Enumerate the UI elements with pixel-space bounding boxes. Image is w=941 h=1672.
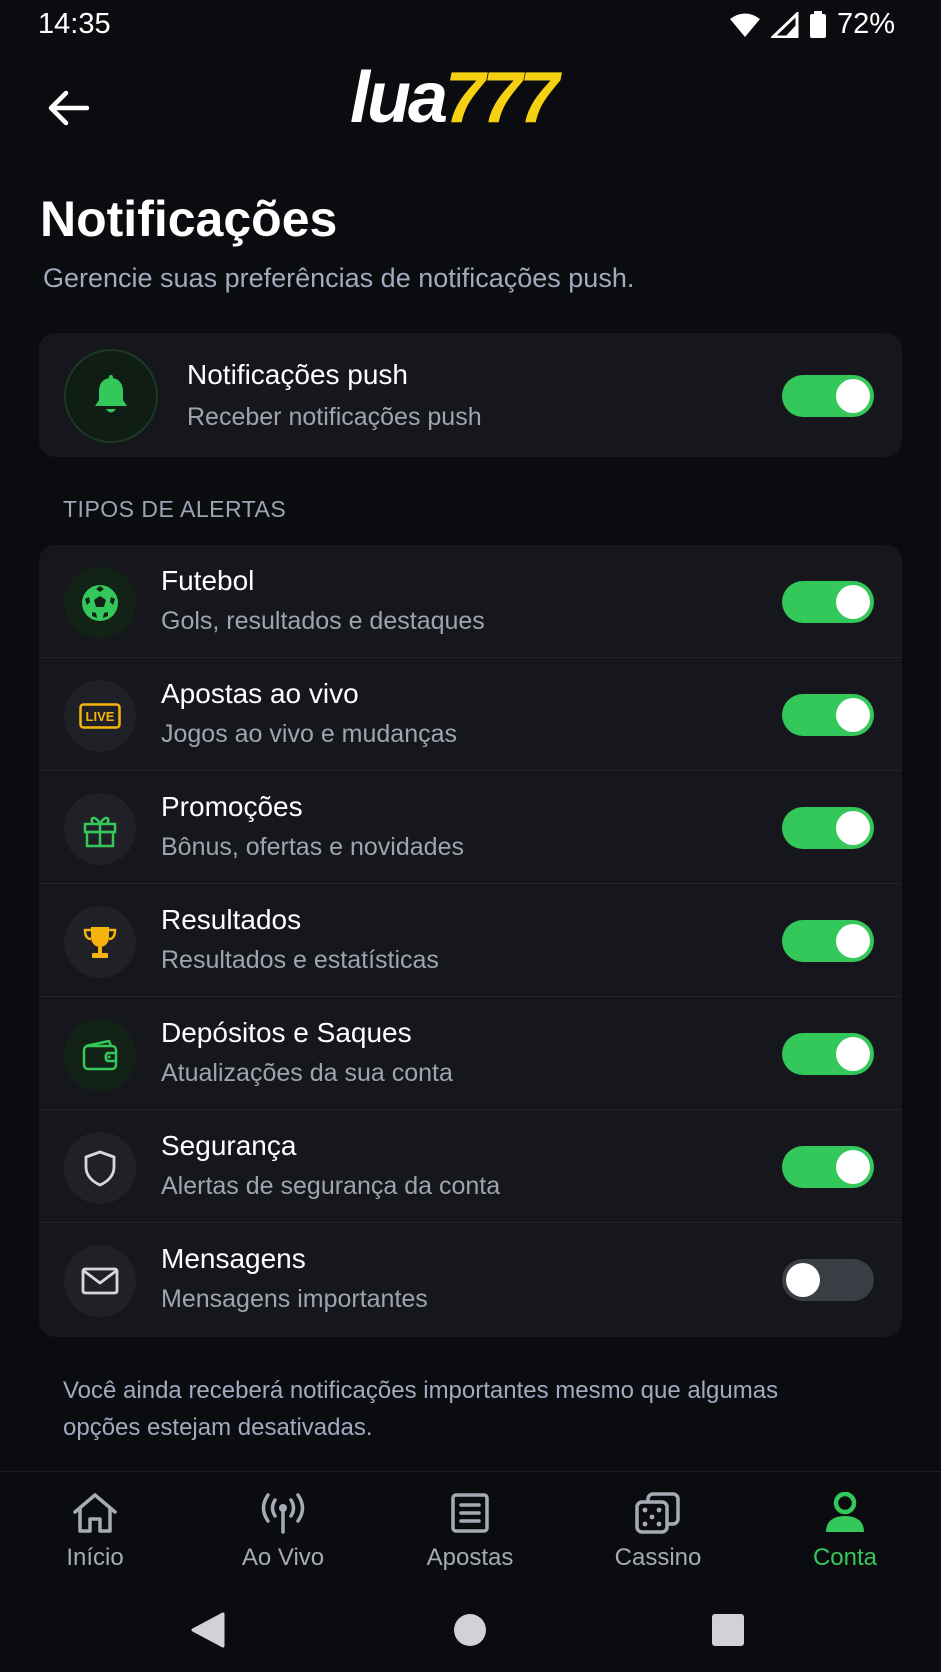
alert-title: Futebol bbox=[161, 565, 255, 596]
toggle-knob bbox=[836, 924, 870, 958]
alert-row-promocoes[interactable]: Promoções Bônus, ofertas e novidades bbox=[39, 771, 902, 884]
signal-icon bbox=[770, 11, 799, 38]
nav-label: Ao Vivo bbox=[241, 1544, 325, 1571]
nav-item-inicio[interactable]: Início bbox=[20, 1490, 170, 1572]
alert-types-card: Futebol Gols, resultados e destaques LIV… bbox=[39, 545, 902, 1337]
toggle-knob bbox=[836, 585, 870, 619]
status-icons: 72% bbox=[729, 8, 895, 41]
system-back-button[interactable] bbox=[190, 1611, 226, 1654]
gift-icon bbox=[64, 793, 136, 865]
nav-item-ao-vivo[interactable]: Ao Vivo bbox=[208, 1490, 358, 1572]
alert-subtitle: Alertas de segurança da conta bbox=[161, 1172, 501, 1200]
envelope-icon bbox=[64, 1245, 136, 1317]
section-label: TIPOS DE ALERTAS bbox=[63, 496, 287, 522]
status-bar: 14:35 72% bbox=[0, 0, 941, 52]
triangle-back-icon bbox=[191, 1612, 225, 1648]
page-title: Notificações bbox=[40, 191, 338, 247]
push-subtitle: Receber notificações push bbox=[187, 403, 482, 431]
apostas-ao-vivo-toggle[interactable] bbox=[782, 694, 874, 736]
promocoes-toggle[interactable] bbox=[782, 807, 874, 849]
toggle-knob bbox=[786, 1263, 820, 1297]
wifi-icon bbox=[729, 12, 761, 38]
futebol-toggle[interactable] bbox=[782, 581, 874, 623]
system-home-button[interactable] bbox=[452, 1611, 488, 1654]
bottom-nav: Início Ao Vivo Apostas Cassino Conta bbox=[0, 1471, 941, 1591]
seguranca-toggle[interactable] bbox=[782, 1146, 874, 1188]
live-badge-icon: LIVE bbox=[64, 680, 136, 752]
alert-title: Segurança bbox=[161, 1130, 297, 1161]
nav-item-apostas[interactable]: Apostas bbox=[395, 1490, 545, 1572]
alert-subtitle: Mensagens importantes bbox=[161, 1285, 428, 1313]
shield-icon bbox=[64, 1132, 136, 1204]
arrow-left-icon bbox=[48, 90, 89, 126]
system-nav-bar bbox=[0, 1591, 941, 1672]
resultados-toggle[interactable] bbox=[782, 920, 874, 962]
back-button[interactable] bbox=[40, 82, 96, 134]
battery-icon bbox=[809, 10, 827, 39]
trophy-icon bbox=[64, 906, 136, 978]
alert-row-resultados[interactable]: Resultados Resultados e estatísticas bbox=[39, 884, 902, 997]
toggle-knob bbox=[836, 698, 870, 732]
push-toggle[interactable] bbox=[782, 375, 874, 417]
push-title: Notificações push bbox=[187, 359, 409, 390]
push-notifications-card: Notificações push Receber notificações p… bbox=[39, 333, 902, 457]
alert-row-mensagens[interactable]: Mensagens Mensagens importantes bbox=[39, 1223, 902, 1336]
depositos-saques-toggle[interactable] bbox=[782, 1033, 874, 1075]
bell-icon bbox=[64, 349, 158, 443]
notifications-screen: 14:35 72% lua777 Notificações Gerencie s… bbox=[0, 0, 941, 1672]
nav-label: Apostas bbox=[426, 1544, 514, 1571]
dice-icon bbox=[583, 1490, 733, 1536]
alert-row-seguranca[interactable]: Segurança Alertas de segurança da conta bbox=[39, 1110, 902, 1223]
alert-subtitle: Atualizações da sua conta bbox=[161, 1059, 453, 1087]
toggle-knob bbox=[836, 1037, 870, 1071]
toggle-knob bbox=[836, 811, 870, 845]
alert-title: Resultados bbox=[161, 904, 302, 935]
nav-label: Início bbox=[66, 1544, 124, 1571]
alert-subtitle: Resultados e estatísticas bbox=[161, 946, 439, 974]
alert-row-futebol[interactable]: Futebol Gols, resultados e destaques bbox=[39, 545, 902, 658]
alert-row-depositos-saques[interactable]: Depósitos e Saques Atualizações da sua c… bbox=[39, 997, 902, 1110]
system-recents-button[interactable] bbox=[710, 1611, 746, 1654]
alert-subtitle: Bônus, ofertas e novidades bbox=[161, 833, 464, 861]
wallet-icon bbox=[64, 1019, 136, 1091]
alert-title: Mensagens bbox=[161, 1243, 306, 1274]
alert-title: Depósitos e Saques bbox=[161, 1017, 412, 1048]
alert-title: Apostas ao vivo bbox=[161, 678, 359, 709]
svg-text:LIVE: LIVE bbox=[86, 709, 115, 724]
broadcast-icon bbox=[208, 1490, 358, 1536]
betslip-icon bbox=[395, 1490, 545, 1536]
logo-text-yellow: 777 bbox=[445, 58, 559, 138]
soccer-ball-icon bbox=[64, 567, 136, 639]
brand-logo: lua777 bbox=[350, 62, 559, 134]
toggle-knob bbox=[836, 379, 870, 413]
alert-title: Promoções bbox=[161, 791, 303, 822]
square-recents-icon bbox=[712, 1614, 744, 1646]
nav-item-conta[interactable]: Conta bbox=[770, 1490, 920, 1572]
footer-note: Você ainda receberá notificações importa… bbox=[63, 1377, 779, 1441]
nav-label: Cassino bbox=[614, 1544, 702, 1571]
circle-home-icon bbox=[454, 1614, 486, 1646]
alert-row-apostas-ao-vivo[interactable]: LIVE Apostas ao vivo Jogos ao vivo e mud… bbox=[39, 658, 902, 771]
page-subtitle: Gerencie suas preferências de notificaçõ… bbox=[43, 263, 635, 293]
status-time: 14:35 bbox=[38, 8, 111, 40]
home-icon bbox=[20, 1490, 170, 1536]
nav-label: Conta bbox=[812, 1544, 878, 1571]
logo-text-white: lua bbox=[350, 58, 448, 138]
mensagens-toggle[interactable] bbox=[782, 1259, 874, 1301]
toggle-knob bbox=[836, 1150, 870, 1184]
alert-subtitle: Jogos ao vivo e mudanças bbox=[161, 720, 458, 748]
battery-percent: 72% bbox=[836, 8, 895, 40]
alert-subtitle: Gols, resultados e destaques bbox=[161, 607, 485, 635]
nav-item-cassino[interactable]: Cassino bbox=[583, 1490, 733, 1572]
user-icon bbox=[770, 1490, 920, 1536]
